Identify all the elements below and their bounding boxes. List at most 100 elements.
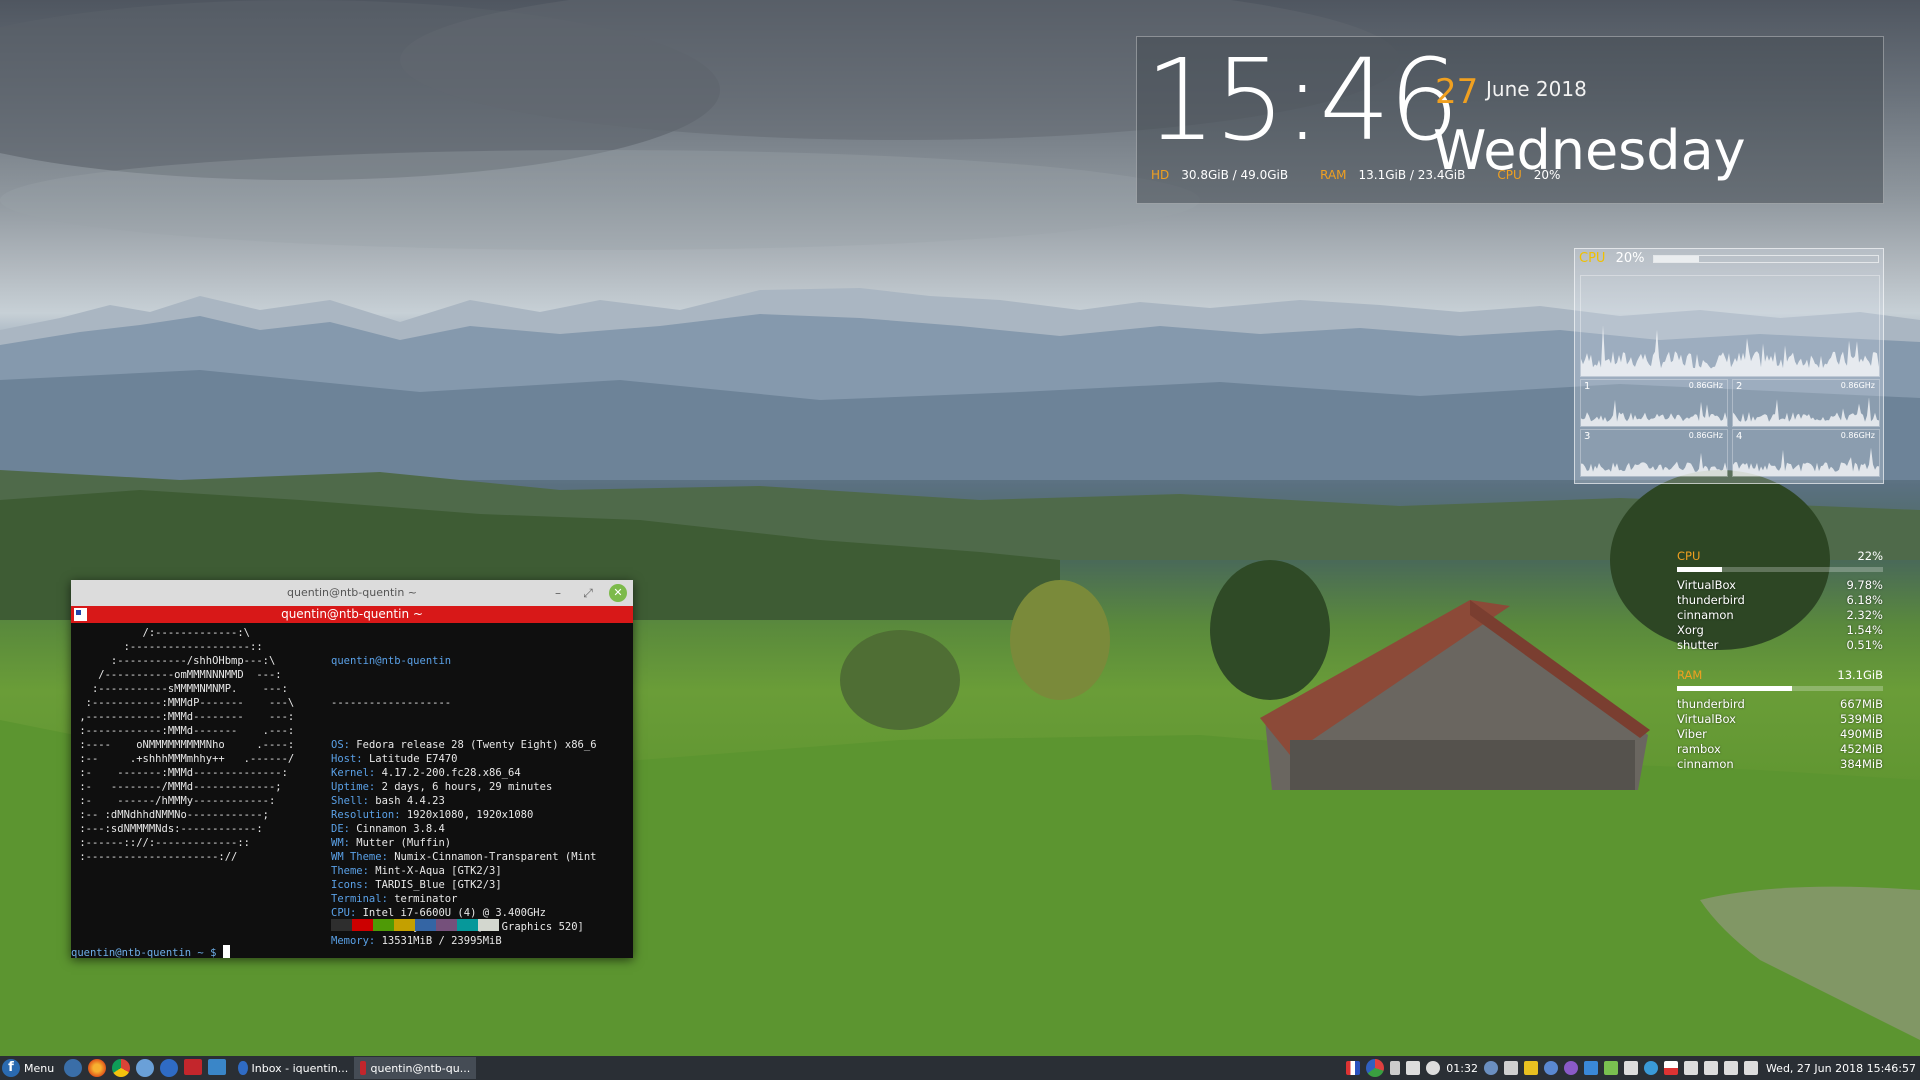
neofetch-value: Mutter (Muffin)	[356, 837, 452, 849]
notes-icon[interactable]	[1623, 1061, 1638, 1075]
neofetch-value: Cinnamon 3.8.4	[356, 823, 445, 835]
bluetooth-icon[interactable]	[1703, 1061, 1718, 1075]
minimize-icon[interactable]: –	[549, 584, 567, 602]
neofetch-line: Icons: TARDIS_Blue [GTK2/3]	[331, 878, 597, 892]
taskbar-window-label: quentin@ntb-qu...	[370, 1061, 471, 1075]
timer-icon[interactable]	[1426, 1061, 1441, 1075]
hd-value: 30.8GiB / 49.0GiB	[1181, 168, 1289, 182]
disk-usage-icon[interactable]	[1366, 1059, 1385, 1077]
fedora-logo-icon: f	[2, 1059, 20, 1077]
file-manager-icon[interactable]	[208, 1059, 227, 1075]
proc-cpu-row: VirtualBox 9.78%	[1677, 578, 1883, 593]
neofetch-line: DE: Cinnamon 3.8.4	[331, 822, 597, 836]
neofetch-line: Theme: Mint-X-Aqua [GTK2/3]	[331, 864, 597, 878]
core-frequency: 0.86GHz	[1688, 431, 1723, 440]
cpu-graph-widget: CPU 20% 1 0.86GHz 2 0.86GHz 3 0.86GHz 4 …	[1574, 248, 1884, 484]
neofetch-key: DE:	[331, 823, 357, 835]
taskbar-window-mail[interactable]: Inbox - iquentin...	[232, 1057, 354, 1079]
neofetch-line: Kernel: 4.17.2-200.fc28.x86_64	[331, 766, 597, 780]
core-frequency: 0.86GHz	[1840, 381, 1875, 390]
keyboard-layout-icon[interactable]	[1346, 1061, 1361, 1075]
neofetch-value: Latitude E7470	[368, 753, 458, 765]
proc-name: cinnamon	[1677, 757, 1734, 771]
core-graph-1: 1 0.86GHz	[1580, 379, 1728, 427]
terminator-icon[interactable]	[74, 608, 87, 621]
clock-month-year: June 2018	[1486, 77, 1587, 101]
language-flag-icon[interactable]	[1663, 1061, 1678, 1075]
tray-timer-text: 01:32	[1446, 1061, 1478, 1075]
firefox-icon[interactable]	[88, 1059, 107, 1077]
core-sparkline	[1581, 399, 1727, 426]
proc-value: 490MiB	[1840, 727, 1883, 741]
show-desktop-icon[interactable]	[64, 1059, 83, 1077]
cpu-label: CPU	[1497, 168, 1522, 182]
close-icon[interactable]: ✕	[609, 584, 627, 602]
cpu-graph-label: CPU	[1579, 251, 1606, 266]
terminal-window[interactable]: quentin@ntb-quentin ~ – ⤢ ✕ quentin@ntb-…	[71, 580, 633, 960]
hd-label: HD	[1151, 168, 1170, 182]
terminal-titlebar[interactable]: quentin@ntb-quentin ~ – ⤢ ✕	[71, 580, 633, 606]
proc-name: VirtualBox	[1677, 578, 1736, 592]
taskbar: f Menu Inbox - iquentin... quentin@ntb-q…	[0, 1056, 1920, 1080]
proc-ram-row: VirtualBox 539MiB	[1677, 712, 1883, 727]
proc-value: 1.54%	[1846, 623, 1883, 637]
neofetch-line: WM Theme: Numix-Cinnamon-Transparent (Mi…	[331, 850, 597, 864]
terminal-icon	[360, 1061, 367, 1075]
maximize-icon[interactable]: ⤢	[579, 584, 597, 602]
text-cursor	[222, 945, 230, 958]
chrome-icon[interactable]	[112, 1059, 131, 1077]
core-number: 4	[1736, 431, 1743, 442]
neofetch-line: Resolution: 1920x1080, 1920x1080	[331, 808, 597, 822]
skype-icon[interactable]	[1643, 1061, 1658, 1075]
folder-icon[interactable]	[1523, 1061, 1538, 1075]
terminator-launcher-icon[interactable]	[184, 1059, 203, 1075]
taskbar-window-terminal[interactable]: quentin@ntb-qu...	[354, 1057, 477, 1079]
network-icon[interactable]	[1683, 1061, 1698, 1075]
cpu-usage-bar-fill	[1654, 256, 1699, 262]
clock-day: 27	[1435, 72, 1479, 112]
clipboard-icon[interactable]	[1406, 1061, 1421, 1075]
taskbar-clock[interactable]: Wed, 27 Jun 2018 15:46:57	[1766, 1062, 1916, 1075]
dropbox-icon[interactable]	[1483, 1061, 1498, 1075]
neofetch-key: CPU:	[331, 907, 363, 919]
neofetch-value: Fedora release 28 (Twenty Eight) x86_6	[356, 739, 597, 751]
neofetch-key: Uptime:	[331, 781, 382, 793]
proc-ram-label: RAM	[1677, 668, 1703, 682]
proc-cpu-label: CPU	[1677, 549, 1701, 563]
browser-icon[interactable]	[136, 1059, 155, 1077]
neofetch-key: Resolution:	[331, 809, 407, 821]
proc-cpu-bar	[1677, 567, 1883, 572]
terminal-tab[interactable]: quentin@ntb-quentin ~	[71, 606, 633, 623]
proc-cpu-row: cinnamon 2.32%	[1677, 608, 1883, 623]
drive-icon[interactable]	[1390, 1061, 1401, 1075]
menu-button[interactable]: f Menu	[0, 1059, 54, 1077]
core-frequency: 0.86GHz	[1688, 381, 1723, 390]
color-palette	[331, 919, 499, 931]
neofetch-value: TARDIS_Blue [GTK2/3]	[375, 879, 502, 891]
proc-name: cinnamon	[1677, 608, 1734, 622]
proc-ram-row: rambox 452MiB	[1677, 742, 1883, 757]
kde-connect-icon[interactable]	[1503, 1061, 1518, 1075]
thunderbird-icon[interactable]	[160, 1059, 179, 1077]
neofetch-key: WM Theme:	[331, 851, 395, 863]
sound-icon[interactable]	[1743, 1061, 1758, 1075]
palette-swatch	[457, 919, 478, 931]
neofetch-key: Memory:	[331, 935, 382, 947]
network-tool-icon[interactable]	[1603, 1061, 1618, 1075]
battery-icon[interactable]	[1723, 1061, 1738, 1075]
ram-value: 13.1GiB / 23.4GiB	[1358, 168, 1466, 182]
neofetch-key: Icons:	[331, 879, 376, 891]
viber-icon[interactable]	[1563, 1061, 1578, 1075]
neofetch-user-host: quentin@ntb-quentin	[331, 655, 452, 667]
proc-name: thunderbird	[1677, 697, 1745, 711]
neofetch-line: OS: Fedora release 28 (Twenty Eight) x86…	[331, 738, 597, 752]
palette-swatch	[415, 919, 436, 931]
cpu-graph-header: CPU 20%	[1579, 251, 1644, 266]
taskbar-window-label: Inbox - iquentin...	[251, 1061, 349, 1075]
proc-value: 384MiB	[1840, 757, 1883, 771]
updates-icon[interactable]	[1543, 1061, 1558, 1075]
proc-name: Viber	[1677, 727, 1707, 741]
shell-prompt[interactable]: quentin@ntb-quentin ~ $	[71, 945, 230, 960]
proc-ram-bar-fill	[1677, 686, 1793, 691]
rambox-icon[interactable]	[1583, 1061, 1598, 1075]
